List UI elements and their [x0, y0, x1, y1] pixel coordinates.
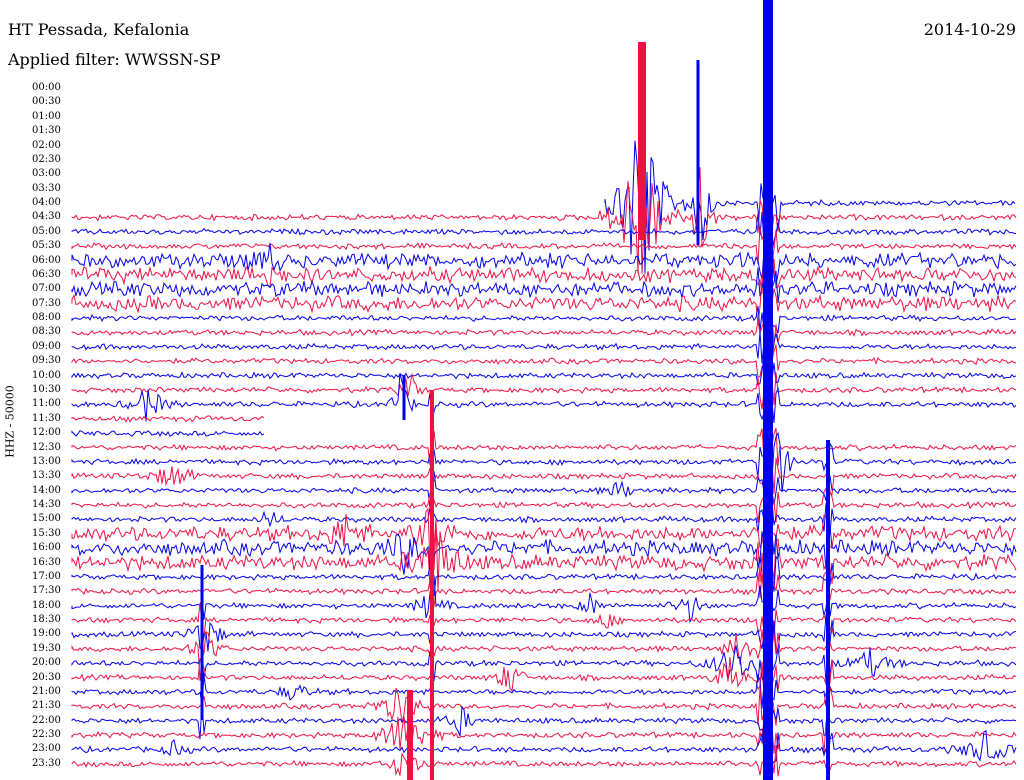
red-spike-0400 — [638, 42, 646, 240]
trace-line-1800 — [71, 575, 1017, 624]
trace-line-0800 — [71, 299, 1017, 334]
trace-line-0600 — [71, 242, 1017, 285]
trace-line-1000 — [71, 357, 1017, 390]
trace-line-0930 — [71, 344, 1017, 379]
trace-line-1030 — [71, 372, 1017, 410]
helicorder-plot — [71, 0, 1017, 780]
blue-burst-column — [763, 0, 773, 780]
red-spike-2200 — [407, 690, 413, 780]
blue-spike-0400 — [696, 60, 700, 245]
blue-spike-1730 — [200, 565, 204, 720]
trace-line-1530 — [71, 497, 1016, 571]
trace-line-0830 — [71, 313, 1017, 349]
blue-burst-column-2 — [826, 440, 830, 780]
blue-spike-1100 — [402, 375, 406, 420]
trace-line-1130 — [71, 415, 265, 423]
trace-line-1200 — [71, 430, 265, 438]
red-spike-1030 — [430, 390, 434, 780]
trace-line-1100 — [71, 372, 1017, 425]
trace-line-0430 — [71, 167, 1017, 275]
trace-line-1300 — [71, 431, 1017, 493]
